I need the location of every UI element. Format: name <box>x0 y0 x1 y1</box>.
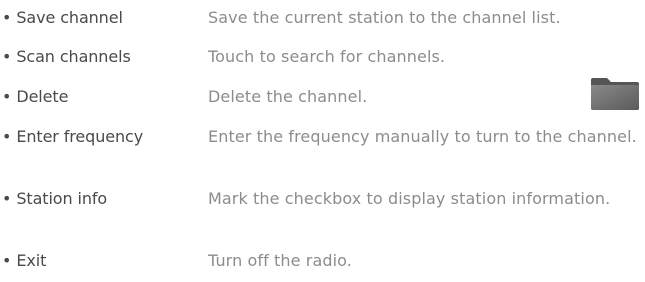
bullet: • <box>2 8 12 27</box>
term-scan-channels: • Scan channels <box>2 45 131 69</box>
bullet: • <box>2 127 12 146</box>
term-label: Exit <box>16 251 47 270</box>
term-label: Station info <box>16 189 108 208</box>
bullet: • <box>2 87 12 106</box>
term-save-channel: • Save channel <box>2 6 123 30</box>
folder-icon <box>591 78 639 110</box>
term-label: Scan channels <box>16 47 131 66</box>
term-label: Enter frequency <box>16 127 144 146</box>
description-enter-frequency: Enter the frequency manually to turn to … <box>208 127 637 146</box>
term-label: Save channel <box>16 8 123 27</box>
bullet: • <box>2 189 12 208</box>
bullet: • <box>2 251 12 270</box>
term-station-info: • Station info <box>2 187 107 211</box>
description-station-info: Mark the checkbox to display station inf… <box>208 189 611 208</box>
term-enter-frequency: • Enter frequency <box>2 125 143 149</box>
description-scan-channels: Touch to search for channels. <box>208 47 446 66</box>
description-delete: Delete the channel. <box>208 87 368 106</box>
description-save-channel: Save the current station to the channel … <box>208 8 561 27</box>
term-label: Delete <box>16 87 69 106</box>
description-exit: Turn off the radio. <box>208 251 352 270</box>
bullet: • <box>2 47 12 66</box>
term-delete: • Delete <box>2 85 68 109</box>
term-exit: • Exit <box>2 249 46 273</box>
